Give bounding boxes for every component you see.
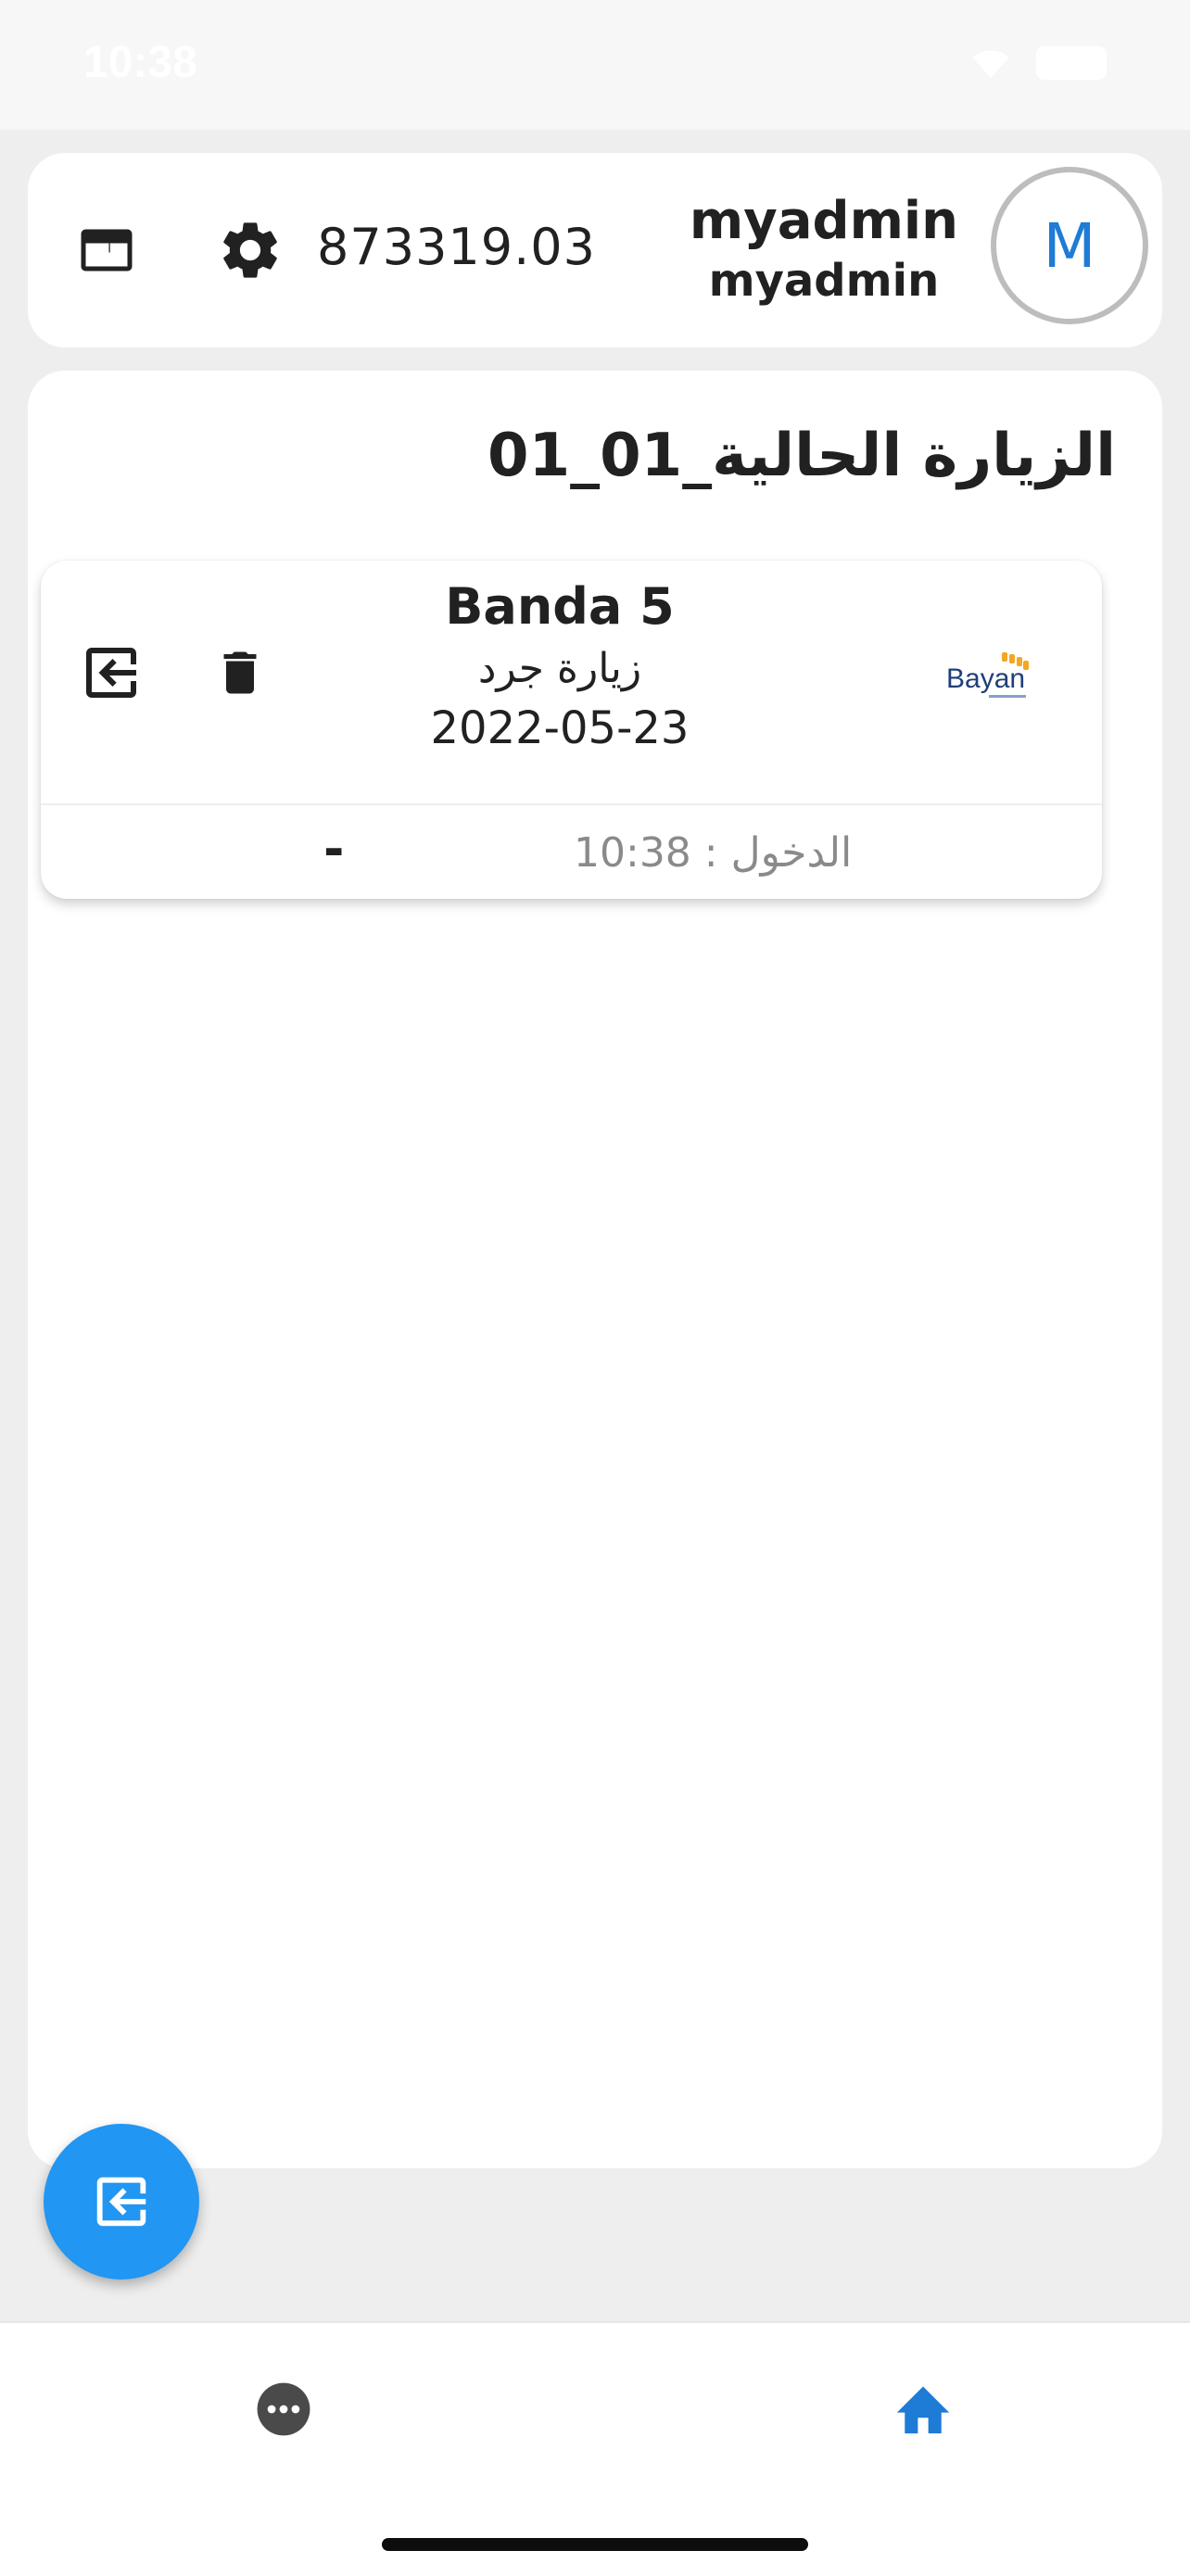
client-name: Banda 5	[445, 577, 675, 636]
checkin-time: الدخول : 10:38	[574, 829, 853, 877]
user-block: myadmin myadmin	[690, 190, 958, 309]
battery-icon	[1036, 46, 1107, 80]
trash-icon[interactable]	[212, 644, 268, 701]
user-subtitle: myadmin	[708, 255, 940, 307]
main-card: الزيارة الحالية_01_01 Banda 5 زيارة جرد …	[28, 371, 1162, 2168]
exit-icon	[96, 2177, 146, 2227]
visit-info: Banda 5 زيارة جرد 2022-05-23	[328, 575, 791, 758]
home-indicator	[382, 2538, 808, 2551]
logo-text: Bayan	[946, 663, 1025, 694]
visit-date: 2022-05-23	[430, 702, 690, 754]
status-bar: 10:38	[0, 0, 1190, 130]
visit-type: زيارة جرد	[477, 645, 642, 692]
visit-card[interactable]: Banda 5 زيارة جرد 2022-05-23 Bayan - الد…	[41, 561, 1102, 899]
divider	[41, 803, 1102, 805]
status-icons	[968, 46, 1107, 80]
status-time: 10:38	[83, 38, 197, 87]
exit-icon[interactable]	[78, 639, 145, 706]
home-icon[interactable]	[892, 2379, 955, 2436]
checkout-fab-button[interactable]	[44, 2124, 199, 2279]
header-card: 873319.03 myadmin myadmin M	[28, 153, 1162, 347]
page-title: الزيارة الحالية_01_01	[487, 422, 1116, 490]
bayan-logo: Bayan	[946, 652, 1029, 698]
checkout-time: -	[323, 820, 345, 878]
balance-amount: 873319.03	[317, 218, 597, 276]
layout-icon[interactable]	[79, 222, 134, 278]
avatar[interactable]: M	[991, 167, 1148, 324]
wifi-icon	[972, 50, 1009, 78]
user-name: myadmin	[689, 191, 958, 251]
gear-icon[interactable]	[216, 216, 285, 284]
more-icon[interactable]	[255, 2380, 312, 2438]
